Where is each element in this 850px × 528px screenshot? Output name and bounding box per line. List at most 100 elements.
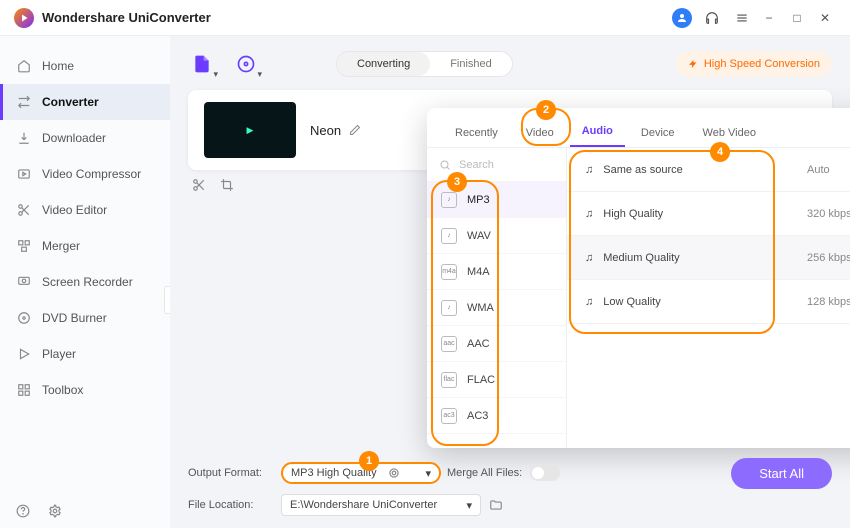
menu-icon[interactable] — [732, 8, 752, 28]
format-m4a[interactable]: m4aM4A — [427, 254, 566, 290]
sidebar-item-downloader[interactable]: Downloader — [0, 120, 170, 156]
quality-name: High Quality — [603, 208, 663, 220]
help-icon[interactable] — [16, 504, 30, 518]
sidebar-item-dvd[interactable]: DVD Burner — [0, 300, 170, 336]
popup-tab-webvideo[interactable]: Web Video — [691, 119, 768, 147]
format-label: WMA — [467, 302, 494, 314]
sidebar-item-label: Toolbox — [42, 383, 83, 397]
scissors-icon — [16, 202, 32, 218]
play-icon — [16, 346, 32, 362]
toolbox-icon — [16, 382, 32, 398]
badge-1: 1 — [359, 451, 379, 471]
popup-tab-device[interactable]: Device — [629, 119, 687, 147]
sidebar-item-home[interactable]: Home — [0, 48, 170, 84]
format-ac3[interactable]: ac3AC3 — [427, 398, 566, 434]
settings-icon[interactable] — [48, 504, 62, 518]
download-icon — [16, 130, 32, 146]
format-icon: flac — [441, 372, 457, 388]
file-location-value: E:\Wondershare UniConverter — [290, 499, 437, 511]
format-label: WAV — [467, 230, 491, 242]
app-title: Wondershare UniConverter — [42, 10, 211, 25]
music-icon: ♫ — [585, 296, 593, 308]
sidebar-item-player[interactable]: Player — [0, 336, 170, 372]
support-icon[interactable] — [702, 8, 722, 28]
popup-tab-audio[interactable]: Audio — [570, 117, 625, 147]
sidebar-item-label: Downloader — [42, 131, 106, 145]
quality-name: Same as source — [603, 164, 682, 176]
trim-icon[interactable] — [192, 178, 206, 192]
file-location-select[interactable]: E:\Wondershare UniConverter ▾ — [281, 494, 481, 516]
sidebar-item-label: Player — [42, 347, 76, 361]
format-wav[interactable]: ♪ WAV — [427, 218, 566, 254]
app-logo — [14, 8, 34, 28]
format-label: AAC — [467, 338, 490, 350]
format-icon: ♪ — [441, 228, 457, 244]
compress-icon — [16, 166, 32, 182]
badge-2: 2 — [536, 100, 556, 120]
format-label: AC3 — [467, 410, 488, 422]
format-aac[interactable]: aacAAC — [427, 326, 566, 362]
hsc-label: High Speed Conversion — [704, 58, 820, 70]
sidebar-item-recorder[interactable]: Screen Recorder — [0, 264, 170, 300]
sidebar-item-label: Converter — [42, 95, 99, 109]
rename-icon[interactable] — [349, 124, 361, 136]
music-icon: ♫ — [585, 208, 593, 220]
sidebar: Home Converter Downloader Video Compress… — [0, 36, 170, 528]
high-speed-badge[interactable]: High Speed Conversion — [676, 51, 832, 77]
music-icon: ♫ — [585, 252, 593, 264]
status-tabs: Converting Finished — [336, 51, 513, 77]
add-dvd-button[interactable]: ▾ — [232, 50, 260, 78]
close-button[interactable]: ✕ — [814, 7, 836, 29]
sidebar-item-compressor[interactable]: Video Compressor — [0, 156, 170, 192]
sidebar-item-editor[interactable]: Video Editor — [0, 192, 170, 228]
popup-tab-video[interactable]: Video — [514, 119, 566, 147]
titlebar: Wondershare UniConverter − □ ✕ — [0, 0, 850, 36]
home-icon — [16, 58, 32, 74]
format-label: MP3 — [467, 194, 490, 206]
format-popup: Recently Video Audio Device Web Video Se… — [427, 108, 850, 448]
chevron-down-icon: ▾ — [466, 499, 472, 512]
merge-label: Merge All Files: — [447, 467, 522, 479]
sidebar-item-merger[interactable]: Merger — [0, 228, 170, 264]
format-wma[interactable]: ♪ WMA — [427, 290, 566, 326]
search-icon — [439, 159, 451, 171]
record-icon — [16, 274, 32, 290]
format-icon: m4a — [441, 264, 457, 280]
add-file-button[interactable]: ▾ — [188, 50, 216, 78]
folder-icon[interactable] — [489, 498, 503, 512]
quality-value: 128 kbps — [807, 296, 850, 308]
sidebar-item-label: Video Editor — [42, 203, 107, 217]
merge-toggle[interactable] — [530, 465, 560, 481]
crop-icon[interactable] — [220, 178, 234, 192]
disc-icon — [16, 310, 32, 326]
quality-high[interactable]: ♫High Quality320 kbps — [567, 192, 850, 236]
gear-icon[interactable] — [387, 466, 401, 480]
tab-finished[interactable]: Finished — [430, 52, 512, 76]
file-location-label: File Location: — [188, 499, 273, 511]
sidebar-item-label: Home — [42, 59, 74, 73]
quality-same[interactable]: ♫Same as sourceAuto — [567, 148, 850, 192]
sidebar-item-label: Merger — [42, 239, 80, 253]
format-icon: ♪ — [441, 192, 457, 208]
thumbnail[interactable]: ▶ — [204, 102, 296, 158]
popup-tab-recently[interactable]: Recently — [443, 119, 510, 147]
maximize-button[interactable]: □ — [786, 7, 808, 29]
chevron-down-icon: ▾ — [425, 467, 431, 480]
sidebar-item-toolbox[interactable]: Toolbox — [0, 372, 170, 408]
tab-converting[interactable]: Converting — [337, 52, 430, 76]
main-panel: ▾ ▾ Converting Finished High Speed Conve… — [170, 36, 850, 528]
quality-value: 256 kbps — [807, 252, 850, 264]
format-icon: ♪ — [441, 300, 457, 316]
music-icon: ♫ — [585, 164, 593, 176]
sidebar-item-label: Video Compressor — [42, 167, 141, 181]
format-flac[interactable]: flac FLAC — [427, 362, 566, 398]
quality-low[interactable]: ♫Low Quality128 kbps — [567, 280, 850, 324]
account-icon[interactable] — [672, 8, 692, 28]
quality-medium[interactable]: ♫ Medium Quality 256 kbps — [567, 236, 850, 280]
sidebar-item-converter[interactable]: Converter — [0, 84, 170, 120]
quality-name: Medium Quality — [603, 252, 679, 264]
start-all-button[interactable]: Start All — [731, 458, 832, 489]
minimize-button[interactable]: − — [758, 7, 780, 29]
output-format-label: Output Format: — [188, 467, 273, 479]
format-label: FLAC — [467, 374, 495, 386]
